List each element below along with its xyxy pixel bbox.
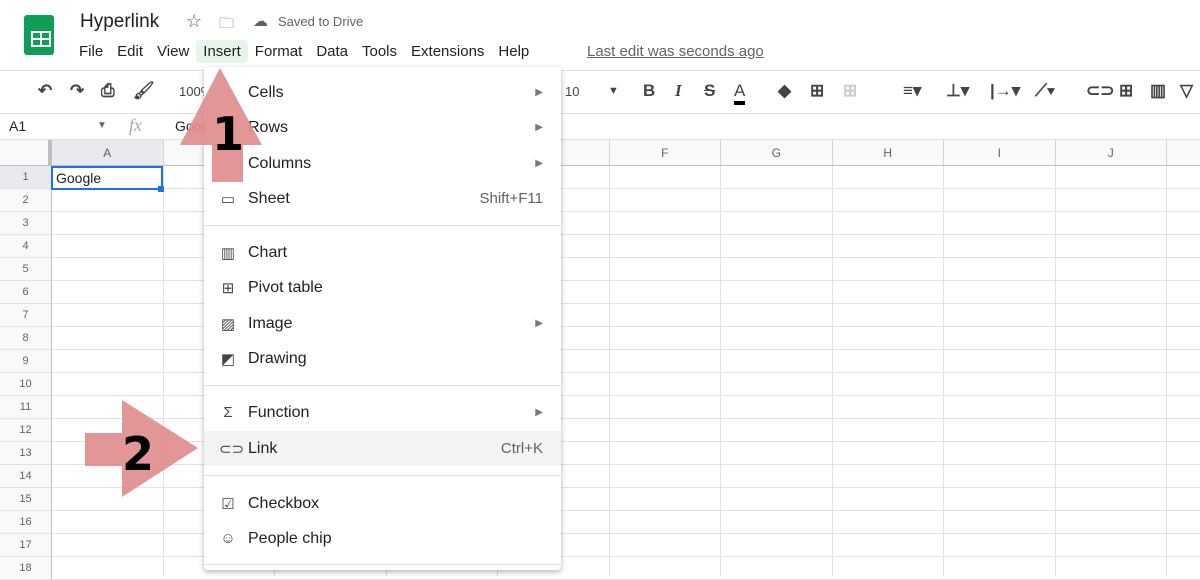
annotation-overlay: 1 2 xyxy=(85,68,262,497)
step-1-label: 1 xyxy=(212,107,244,161)
step-2-label: 2 xyxy=(122,427,154,481)
